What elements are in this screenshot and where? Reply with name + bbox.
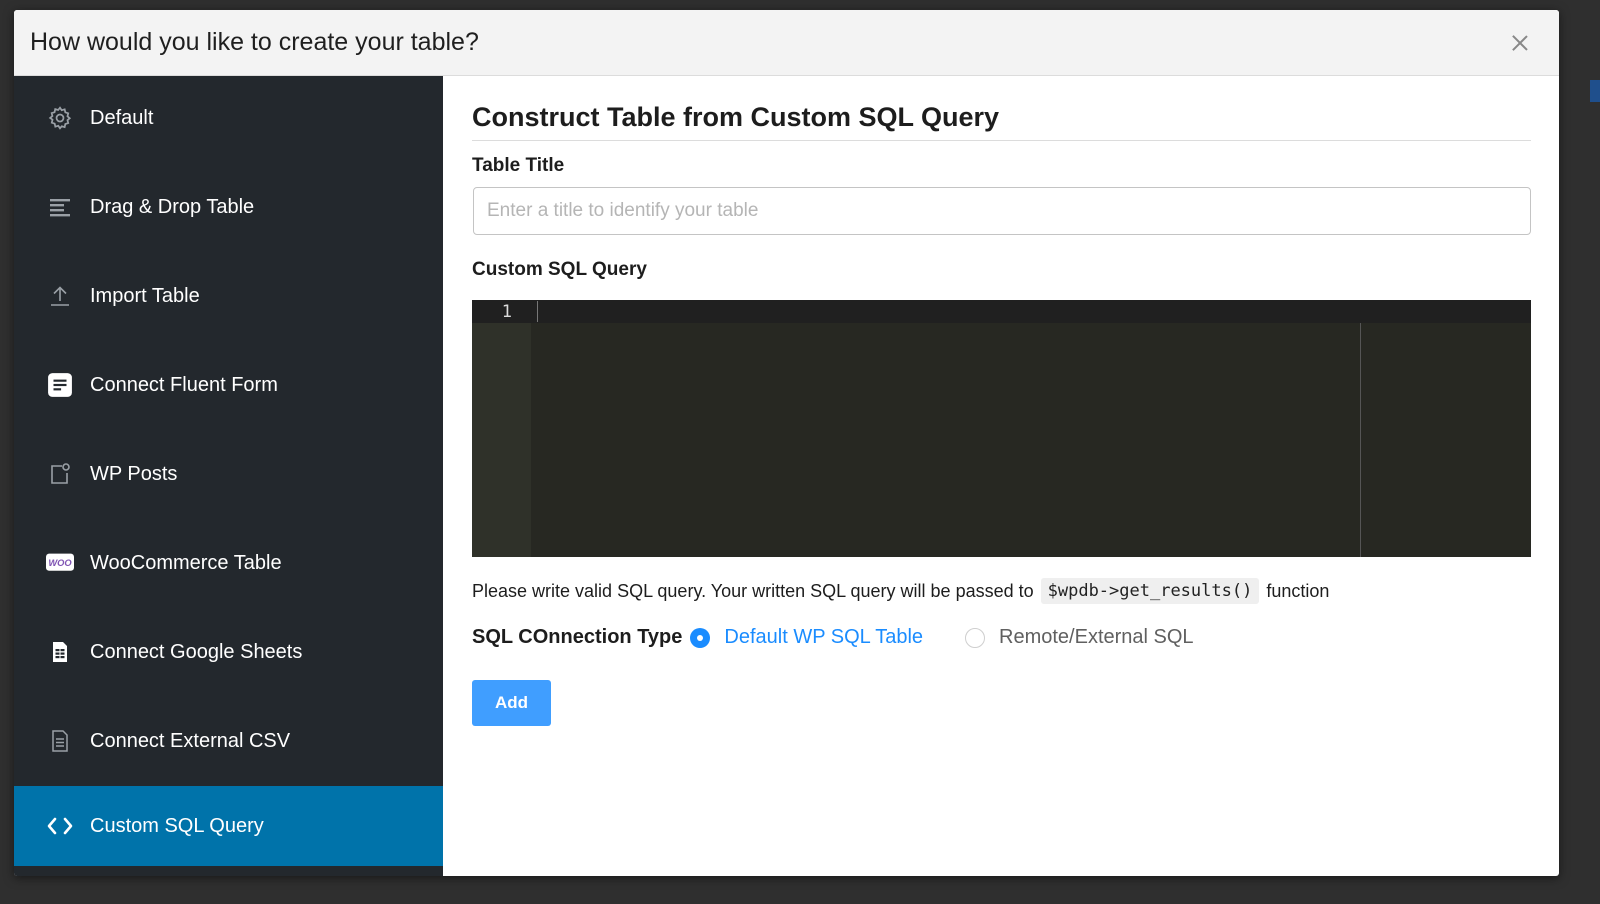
- page-title: Construct Table from Custom SQL Query: [472, 102, 1000, 132]
- close-icon[interactable]: [1507, 30, 1533, 56]
- dialog-header: How would you like to create your table?: [14, 10, 1559, 76]
- post-icon: [46, 460, 74, 488]
- editor-cursor: [537, 301, 538, 322]
- radio-default-wp-sql[interactable]: Default WP SQL Table: [690, 626, 923, 649]
- sidebar-item-label: Connect External CSV: [90, 729, 291, 752]
- function-code: $wpdb->get_results(): [1040, 578, 1260, 604]
- sidebar-item-default[interactable]: Default: [14, 78, 443, 158]
- sidebar-item-label: Custom SQL Query: [90, 814, 264, 837]
- help-text-after: function: [1266, 580, 1330, 601]
- sidebar-item-google-sheets[interactable]: Connect Google Sheets: [14, 612, 443, 692]
- sidebar-item-import[interactable]: Import Table: [14, 256, 443, 336]
- gear-icon: [46, 104, 74, 132]
- background-accent: [1590, 80, 1600, 102]
- sidebar-item-woocommerce[interactable]: WOO WooCommerce Table: [14, 523, 443, 603]
- drag-lines-icon: [46, 193, 74, 221]
- sidebar-item-label: Drag & Drop Table: [90, 195, 255, 218]
- add-button[interactable]: Add: [472, 680, 551, 726]
- editor-gutter: [472, 300, 531, 557]
- connection-type-label: SQL COnnection Type: [472, 626, 683, 648]
- table-type-sidebar: Default Drag & Drop Table Import Table C…: [14, 76, 443, 876]
- document-icon: [46, 727, 74, 755]
- editor-active-line: [472, 300, 1531, 323]
- title-divider: [472, 140, 1531, 141]
- spreadsheet-icon: [46, 638, 74, 666]
- svg-text:WOO: WOO: [48, 558, 72, 568]
- sidebar-item-external-csv[interactable]: Connect External CSV: [14, 701, 443, 781]
- sidebar-item-drag-drop[interactable]: Drag & Drop Table: [14, 167, 443, 247]
- sidebar-item-label: WooCommerce Table: [90, 551, 282, 574]
- sql-help-text: Please write valid SQL query. Your writt…: [472, 578, 1329, 604]
- table-title-input[interactable]: [473, 187, 1531, 235]
- woo-icon: WOO: [46, 549, 74, 577]
- radio-label: Remote/External SQL: [999, 626, 1194, 648]
- dialog-title: How would you like to create your table?: [30, 28, 479, 56]
- sidebar-item-label: Import Table: [90, 284, 200, 307]
- main-content: Construct Table from Custom SQL Query Ta…: [472, 76, 1531, 866]
- create-table-dialog: How would you like to create your table?…: [14, 10, 1559, 876]
- connection-type-row: SQL COnnection Type Default WP SQL Table…: [472, 626, 1236, 649]
- custom-sql-label: Custom SQL Query: [472, 259, 647, 280]
- sql-code-editor[interactable]: 1: [472, 300, 1531, 557]
- sidebar-item-label: WP Posts: [90, 462, 178, 485]
- radio-checked-icon[interactable]: [690, 627, 711, 648]
- upload-icon: [46, 282, 74, 310]
- sidebar-item-label: Connect Google Sheets: [90, 640, 303, 663]
- fluent-form-icon: [46, 371, 74, 399]
- radio-unchecked-icon[interactable]: [965, 627, 986, 648]
- sidebar-item-custom-sql[interactable]: Custom SQL Query: [14, 786, 443, 866]
- help-text-before: Please write valid SQL query. Your writt…: [472, 580, 1034, 601]
- editor-print-margin: [1360, 323, 1361, 557]
- table-title-label: Table Title: [472, 155, 565, 176]
- sidebar-item-label: Connect Fluent Form: [90, 373, 278, 396]
- sidebar-item-label: Default: [90, 106, 154, 129]
- sidebar-item-fluent-form[interactable]: Connect Fluent Form: [14, 345, 443, 425]
- line-number: 1: [501, 302, 512, 322]
- radio-remote-sql[interactable]: Remote/External SQL: [965, 626, 1194, 649]
- radio-label: Default WP SQL Table: [724, 626, 924, 648]
- sidebar-item-wp-posts[interactable]: WP Posts: [14, 434, 443, 514]
- code-icon: [46, 812, 74, 840]
